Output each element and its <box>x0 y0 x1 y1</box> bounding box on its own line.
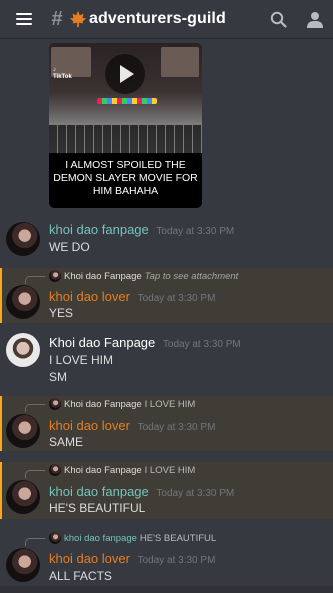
reply-reference[interactable]: Khoi dao Fanpage Tap to see attachment <box>49 270 238 282</box>
message-text: YES <box>49 306 74 320</box>
author-name[interactable]: khoi dao lover <box>49 418 130 433</box>
avatar[interactable] <box>6 414 40 448</box>
timestamp: Today at 3:30 PM <box>156 488 235 499</box>
reply-author: Khoi dao Fanpage <box>64 398 142 410</box>
video-attachment[interactable]: ♪ TikTok I ALMOST SPOILED THE DEMON SLAYE… <box>49 43 202 208</box>
author-name[interactable]: khoi dao lover <box>49 289 130 304</box>
reply-avatar <box>49 398 61 410</box>
message-text-line: SM <box>49 370 67 384</box>
author-name[interactable]: khoi dao fanpage <box>49 484 149 499</box>
reply-text: I LOVE HIM <box>144 464 196 476</box>
members-icon[interactable] <box>305 11 325 28</box>
reply-reference[interactable]: khoi dao fanpage HE'S BEAUTIFUL <box>49 532 216 544</box>
message-text: ALL FACTS <box>49 569 112 583</box>
author-name[interactable]: Khoi dao Fanpage <box>49 335 155 350</box>
reply-avatar <box>49 532 61 544</box>
play-icon[interactable] <box>105 54 145 94</box>
message[interactable]: khoi dao fanpage Today at 3:30 PM WE DO <box>0 214 333 264</box>
reply-text: I LOVE HIM <box>144 398 196 410</box>
reply-avatar <box>49 270 61 282</box>
message[interactable]: Khoi dao Fanpage Tap to see attachment k… <box>0 268 333 323</box>
message-text: WE DO <box>49 240 90 254</box>
composer-edge <box>0 586 333 593</box>
menu-button[interactable] <box>0 0 48 38</box>
reply-author: khoi dao fanpage <box>64 532 137 544</box>
avatar[interactable] <box>6 480 40 514</box>
message[interactable]: Khoi dao Fanpage I LOVE HIM khoi dao lov… <box>0 396 333 451</box>
reply-text: HE'S BEAUTIFUL <box>139 532 217 544</box>
reply-reference[interactable]: Khoi dao Fanpage I LOVE HIM <box>49 464 195 476</box>
avatar[interactable] <box>6 333 40 367</box>
tiktok-logo: ♪ TikTok <box>53 67 72 80</box>
timestamp: Today at 3:30 PM <box>137 293 216 304</box>
reply-text: Tap to see attachment <box>144 270 239 282</box>
timestamp: Today at 3:30 PM <box>137 555 216 566</box>
menu-icon <box>16 13 32 25</box>
timestamp: Today at 3:30 PM <box>162 339 241 350</box>
reply-author: Khoi dao Fanpage <box>64 270 142 282</box>
avatar[interactable] <box>6 222 40 256</box>
maple-leaf-icon <box>69 10 87 28</box>
message[interactable]: Khoi dao Fanpage I LOVE HIM khoi dao fan… <box>0 462 333 519</box>
message[interactable]: Khoi dao Fanpage Today at 3:30 PM I LOVE… <box>0 328 333 388</box>
video-caption: I ALMOST SPOILED THE DEMON SLAYER MOVIE … <box>49 153 202 208</box>
author-name[interactable]: khoi dao lover <box>49 551 130 566</box>
video-thumbnail: ♪ TikTok <box>49 43 202 153</box>
timestamp: Today at 3:30 PM <box>137 422 216 433</box>
channel-name[interactable]: adventurers-guild <box>89 10 226 28</box>
reply-avatar <box>49 464 61 476</box>
message-list[interactable]: ♪ TikTok I ALMOST SPOILED THE DEMON SLAYE… <box>0 38 333 593</box>
reply-author: Khoi dao Fanpage <box>64 464 142 476</box>
channel-hash-icon: # <box>51 7 63 30</box>
search-icon[interactable] <box>270 11 287 28</box>
avatar[interactable] <box>6 285 40 319</box>
author-name[interactable]: khoi dao fanpage <box>49 222 149 237</box>
message-text: HE'S BEAUTIFUL <box>49 501 146 515</box>
message[interactable]: khoi dao fanpage HE'S BEAUTIFUL khoi dao… <box>0 528 333 588</box>
reply-reference[interactable]: Khoi dao Fanpage I LOVE HIM <box>49 398 195 410</box>
message-text-line: I LOVE HIM <box>49 353 114 367</box>
message-text: SAME <box>49 435 84 449</box>
channel-header: # adventurers-guild <box>0 0 333 38</box>
avatar[interactable] <box>6 548 40 582</box>
timestamp: Today at 3:30 PM <box>156 226 235 237</box>
